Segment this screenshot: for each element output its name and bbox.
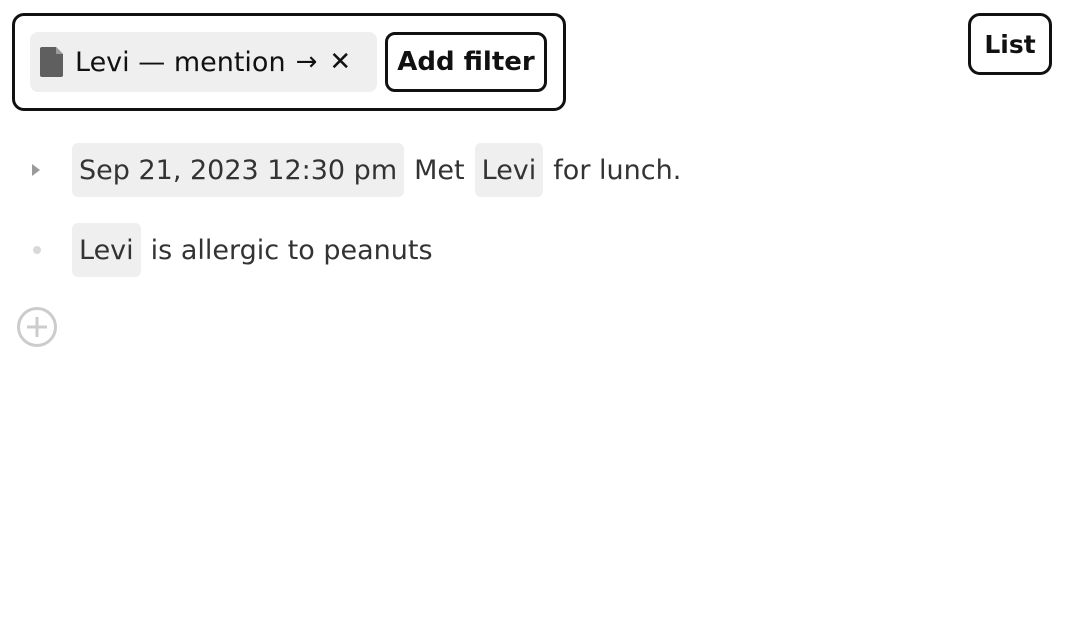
mention-tag[interactable]: Levi: [474, 143, 544, 197]
add-filter-button[interactable]: Add filter: [385, 32, 547, 92]
plus-circle-icon: [17, 307, 57, 347]
item-text: for lunch.: [553, 154, 682, 186]
caret-right-icon[interactable]: [32, 164, 40, 176]
arrow-right-icon[interactable]: →: [296, 47, 318, 77]
filter-bar: Levi — mention → ✕ Add filter: [12, 13, 566, 111]
document-icon: [39, 46, 65, 78]
mention-tag[interactable]: Levi: [72, 223, 141, 277]
bullet-cell: [0, 143, 72, 197]
item-text: Met: [414, 154, 465, 186]
filter-chip-label: Levi — mention: [75, 46, 286, 78]
list-view-button[interactable]: List: [968, 13, 1052, 75]
dot-icon[interactable]: [33, 246, 41, 254]
bullet-cell: [0, 223, 72, 277]
outline-item: Levi is allergic to peanuts: [0, 223, 443, 277]
app-root: Levi — mention → ✕ Add filter List Sep 2…: [0, 0, 1065, 639]
outline-item: Sep 21, 2023 12:30 pm Met Levi for lunch…: [0, 143, 691, 197]
item-text: is allergic to peanuts: [150, 234, 433, 266]
close-icon[interactable]: ✕: [329, 47, 351, 77]
date-tag[interactable]: Sep 21, 2023 12:30 pm: [72, 143, 405, 197]
add-item-button[interactable]: [16, 306, 58, 348]
filter-chip[interactable]: Levi — mention → ✕: [30, 32, 377, 92]
